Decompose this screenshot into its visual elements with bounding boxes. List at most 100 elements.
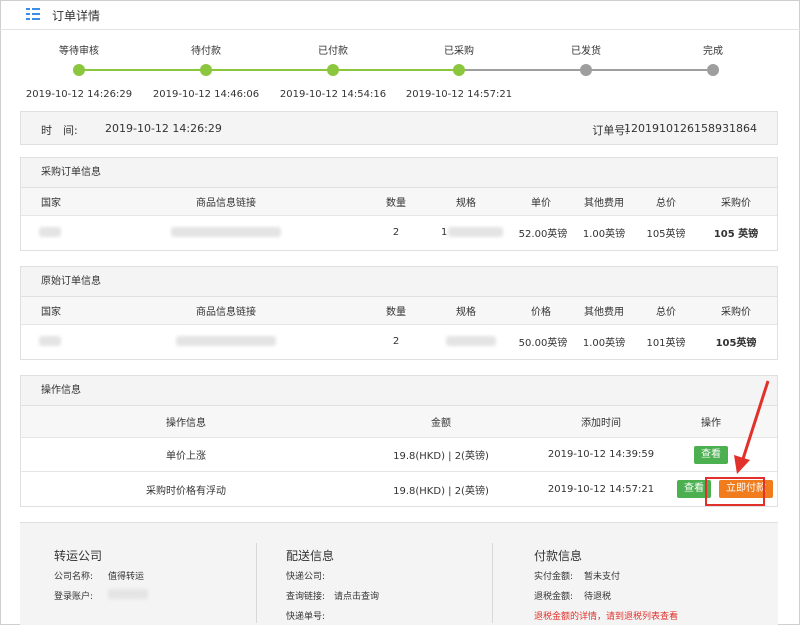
col-purchase-price: 采购价	[721, 198, 751, 209]
forwarder-title: 转运公司	[54, 549, 103, 563]
link-cell[interactable]	[156, 325, 296, 357]
col-action: 操作	[701, 418, 721, 429]
divider	[256, 543, 257, 623]
account-value	[108, 589, 148, 602]
spec-cell	[441, 325, 501, 357]
col-link: 商品信息链接	[196, 198, 256, 209]
col-total: 总价	[656, 198, 676, 209]
step-label: 已采购	[444, 46, 474, 57]
step-dot	[327, 64, 339, 76]
progress-track-done	[79, 69, 459, 71]
time-label: 时 间:	[41, 124, 78, 137]
col-link: 商品信息链接	[196, 307, 256, 318]
other-fees-cell: 1.00英镑	[582, 337, 626, 349]
table-header: 国家 商品信息链接 数量 规格 价格 其他费用 总价 采购价	[21, 297, 777, 325]
col-price: 价格	[531, 307, 551, 318]
total-cell: 105英镑	[646, 228, 686, 240]
country-cell	[39, 325, 61, 357]
col-operation: 操作信息	[166, 418, 206, 429]
payment-section: 付款信息 实付金额: 暂未支付 退税金额: 待退税 退税金额的详情，请到退税列表…	[534, 523, 764, 625]
time-value: 2019-10-12 14:26:29	[105, 122, 222, 135]
order-summary-bar: 时 间: 2019-10-12 14:26:29 订单号: 1201910126…	[20, 111, 778, 145]
step-time: 2019-10-12 14:46:06	[152, 89, 260, 100]
step-label: 完成	[703, 46, 723, 57]
paid-amount-label: 实付金额:	[534, 572, 574, 582]
qty-cell: 2	[392, 226, 400, 238]
company-label: 公司名称:	[54, 572, 94, 582]
link-cell[interactable]	[156, 216, 296, 248]
courier-label: 快递公司:	[286, 572, 326, 582]
total-cell: 101英镑	[646, 337, 686, 349]
step-dot	[707, 64, 719, 76]
query-link[interactable]: 请点击查询	[334, 589, 379, 602]
amount-cell: 19.8(HKD) | 2(英镑)	[393, 485, 489, 497]
price-cell: 50.00英镑	[518, 337, 568, 349]
purchase-order-panel: 采购订单信息 国家 商品信息链接 数量 规格 单价 其他费用 总价 采购价 2 …	[20, 157, 778, 251]
step-label: 等待审核	[59, 46, 99, 57]
col-other-fees: 其他费用	[584, 307, 624, 318]
unit-price-cell: 52.00英镑	[518, 228, 568, 240]
country-cell	[39, 216, 61, 248]
col-unit-price: 单价	[531, 198, 551, 209]
other-fees-cell: 1.00英镑	[582, 228, 626, 240]
operation-cell: 采购时价格有浮动	[146, 485, 226, 497]
col-other-fees: 其他费用	[584, 198, 624, 209]
col-country: 国家	[41, 307, 61, 318]
company-value: 值得转运	[108, 572, 145, 582]
list-icon	[26, 8, 40, 20]
col-purchase-price: 采购价	[721, 307, 751, 318]
amount-cell: 19.8(HKD) | 2(英镑)	[393, 451, 489, 462]
paid-amount-value: 暂未支付	[584, 572, 621, 582]
account-label: 登录账户:	[54, 592, 94, 602]
pay-button-highlight	[705, 477, 765, 506]
step-dot	[580, 64, 592, 76]
refund-amount-label: 退税金额:	[534, 592, 574, 602]
col-qty: 数量	[386, 307, 406, 318]
order-number-value: 1201910126158931864	[624, 122, 757, 135]
table-row: 单价上涨 19.8(HKD) | 2(英镑) 2019-10-12 14:39:…	[21, 438, 777, 472]
col-country: 国家	[41, 198, 61, 209]
added-time-cell: 2019-10-12 14:57:21	[547, 483, 655, 495]
step-label: 待付款	[191, 46, 221, 57]
col-spec: 规格	[456, 198, 476, 209]
redacted-link	[176, 336, 276, 346]
col-spec: 规格	[456, 307, 476, 318]
delivery-title: 配送信息	[286, 549, 335, 563]
order-progress: 等待审核 2019-10-12 14:26:29 待付款 2019-10-12 …	[0, 30, 800, 108]
page-title: 订单详情	[52, 9, 101, 23]
refund-amount-value: 待退税	[584, 592, 612, 602]
step-time: 2019-10-12 14:54:16	[279, 89, 387, 100]
col-total: 总价	[656, 307, 676, 318]
view-button[interactable]: 查看	[694, 445, 728, 464]
redacted-account	[108, 589, 148, 599]
tracking-label: 快递单号:	[286, 612, 326, 622]
table-header: 操作信息 金额 添加时间 操作	[21, 406, 777, 438]
table-row: 2 1 52.00英镑 1.00英镑 105英镑 105 英镑	[21, 216, 777, 248]
redacted-country	[39, 227, 61, 237]
bottom-info: 转运公司 公司名称: 值得转运 登录账户: 配送信息 快递公司: 查询链接: 请…	[20, 522, 778, 625]
col-added-time: 添加时间	[581, 418, 621, 429]
delivery-section: 配送信息 快递公司: 查询链接: 请点击查询 快递单号:	[286, 523, 486, 625]
page-header: 订单详情	[0, 0, 800, 30]
panel-title: 原始订单信息	[21, 267, 777, 297]
operation-info-panel: 操作信息 操作信息 金额 添加时间 操作 单价上涨 19.8(HKD) | 2(…	[20, 375, 778, 507]
purchase-price-cell: 105 英镑	[713, 228, 759, 240]
action-cell: 查看	[681, 438, 741, 471]
query-label: 查询链接:	[286, 592, 326, 602]
original-order-panel: 原始订单信息 国家 商品信息链接 数量 规格 价格 其他费用 总价 采购价 2 …	[20, 266, 778, 360]
table-row: 2 50.00英镑 1.00英镑 101英镑 105英镑	[21, 325, 777, 357]
step-time: 2019-10-12 14:26:29	[25, 89, 133, 100]
payment-title: 付款信息	[534, 549, 583, 563]
redacted-spec	[446, 336, 496, 346]
step-label: 已付款	[318, 46, 348, 57]
added-time-cell: 2019-10-12 14:39:59	[547, 449, 655, 460]
redacted-country	[39, 336, 61, 346]
refund-details-link[interactable]: 退税金额的详情，请到退税列表查看	[534, 609, 678, 622]
table-header: 国家 商品信息链接 数量 规格 单价 其他费用 总价 采购价	[21, 188, 777, 216]
col-amount: 金额	[431, 418, 451, 429]
step-time: 2019-10-12 14:57:21	[405, 89, 513, 100]
spec-cell: 1	[441, 216, 511, 248]
panel-title: 采购订单信息	[21, 158, 777, 188]
redacted-link	[171, 227, 281, 237]
table-row: 采购时价格有浮动 19.8(HKD) | 2(英镑) 2019-10-12 14…	[21, 472, 777, 506]
